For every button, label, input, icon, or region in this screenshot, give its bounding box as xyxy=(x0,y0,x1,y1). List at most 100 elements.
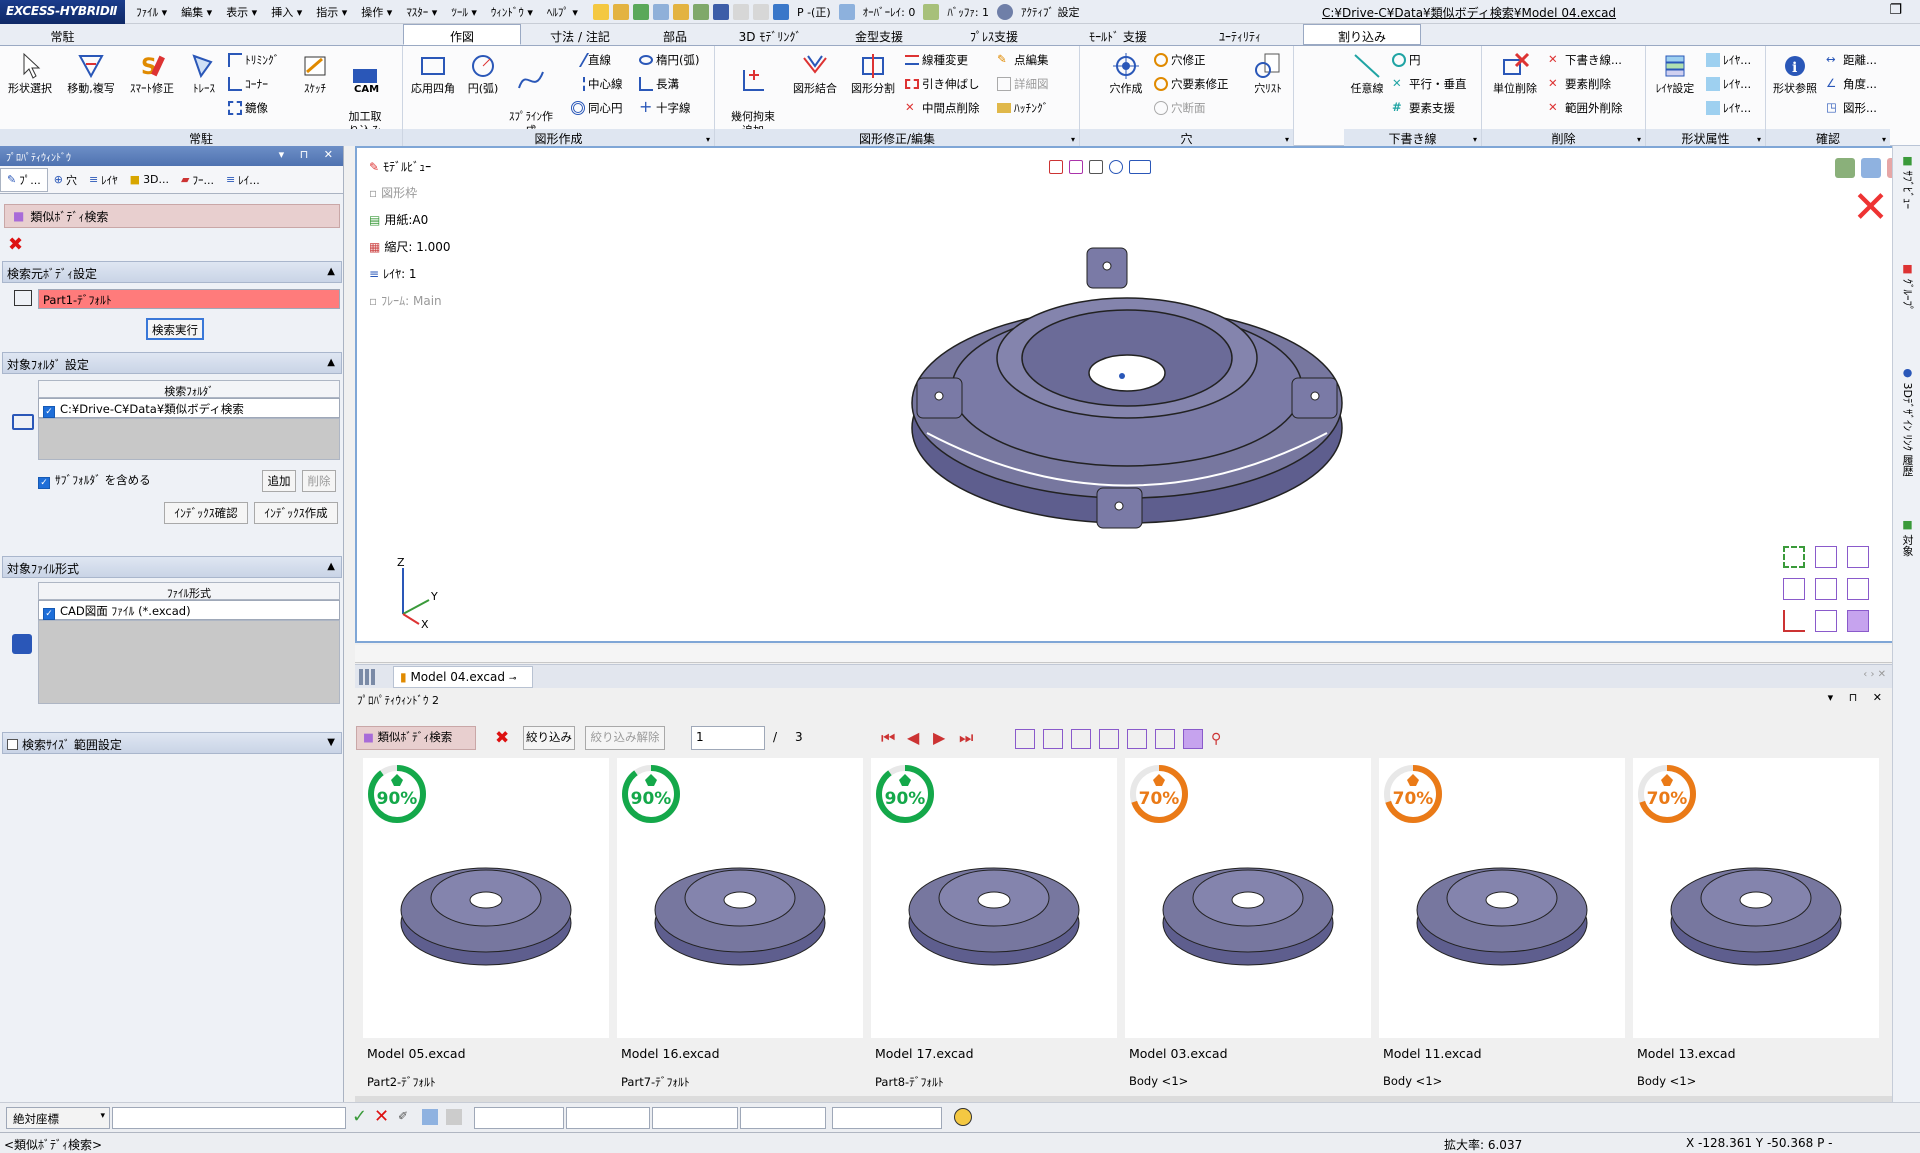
section-size-range[interactable]: 検索ｻｲｽﾞ 範囲設定 ▼ xyxy=(2,732,342,754)
search-execute-button[interactable]: 検索実行 xyxy=(146,318,204,340)
shape-split-button[interactable]: 図形分割 xyxy=(845,52,901,96)
filter-clear-button[interactable]: 絞り込み解除 xyxy=(585,726,665,750)
view-back-icon[interactable] xyxy=(1847,546,1869,568)
expand-icon[interactable]: ▾ xyxy=(1285,135,1289,144)
view-axis-icon[interactable] xyxy=(1783,610,1805,632)
section-source-body[interactable]: 検索元ﾎﾞﾃﾞｨ設定 ▲ xyxy=(2,261,342,283)
tab-hole[interactable]: ⊕ 穴 xyxy=(48,169,83,191)
draft-circle-button[interactable]: 円 xyxy=(1392,50,1421,70)
eraser-icon[interactable] xyxy=(422,1109,438,1125)
prev-page-icon[interactable]: ◀ xyxy=(907,728,927,748)
model-3d-render[interactable] xyxy=(897,238,1357,548)
draft-delete-button[interactable]: ✕ 下書き線... xyxy=(1548,50,1622,70)
result-card[interactable]: 70% xyxy=(1379,758,1625,1038)
subfolder-option[interactable]: ✓ ｻﾌﾞﾌｫﾙﾀﾞ を含める xyxy=(38,472,151,489)
menu-operation[interactable]: 操作 ▾ xyxy=(354,0,399,24)
format-row[interactable]: ✓ CAD図面 ﾌｧｲﾙ (*.excad) xyxy=(38,600,340,620)
view-fit-icon[interactable] xyxy=(1049,160,1063,174)
tab-layer2[interactable]: ≡ ﾚｲ... xyxy=(220,169,266,191)
hole-section-button[interactable]: 穴断面 xyxy=(1154,98,1206,118)
unit-delete-button[interactable]: 単位削除 xyxy=(1486,52,1544,96)
result-card[interactable]: 90% xyxy=(363,758,609,1038)
export-icon[interactable] xyxy=(652,3,669,20)
centerline-button[interactable]: 中心線 xyxy=(571,74,623,94)
expand-icon[interactable]: ▾ xyxy=(1882,135,1886,144)
viewport-scrollbar[interactable] xyxy=(355,645,1892,663)
crossline-button[interactable]: + 十字線 xyxy=(639,98,691,118)
section-file-format[interactable]: 対象ﾌｧｲﾙ形式 ▲ xyxy=(2,556,342,578)
subfolder-checkbox[interactable]: ✓ xyxy=(38,477,50,489)
distance-button[interactable]: ↔ 距離... xyxy=(1826,50,1877,70)
expand-icon[interactable]: ▾ xyxy=(1071,135,1075,144)
confirm-check-icon[interactable]: ✓ xyxy=(352,1107,367,1127)
command-input[interactable] xyxy=(112,1107,346,1129)
panel-controls[interactable]: ▾ ⊓ ✕ xyxy=(279,148,339,161)
model-viewport[interactable]: ✎ ﾓﾃﾞﾙﾋﾞｭｰ ▫ 図形枠 ▤ 用紙:A0 ▦ 縮尺: 1.000 ≡ ﾚｲﾔ: 1… xyxy=(355,146,1907,643)
save-icon[interactable] xyxy=(712,3,729,20)
group-tab[interactable]: ■ ｸﾞﾙｰﾌﾟ xyxy=(1899,262,1915,312)
tab-tool[interactable]: ▰ ﾌｰ... xyxy=(175,169,220,191)
param-field-3[interactable] xyxy=(652,1107,738,1129)
circle-button[interactable]: 円(弧) xyxy=(461,52,505,96)
view-zoom-icon[interactable] xyxy=(1069,160,1083,174)
result-view-iso-icon[interactable] xyxy=(1015,729,1035,749)
tab-press[interactable]: ﾌﾟﾚｽ支援 xyxy=(929,24,1059,45)
cancel-red-x-icon[interactable]: ✕ xyxy=(1852,186,1889,230)
detail-view-button[interactable]: 詳細図 xyxy=(997,74,1049,94)
concentric-button[interactable]: 同心円 xyxy=(571,98,623,118)
format-checkbox[interactable]: ✓ xyxy=(43,608,55,620)
index-check-button[interactable]: ｲﾝﾃﾞｯｸｽ確認 xyxy=(164,502,248,524)
document-tab[interactable]: ▮ Model 04.excad ⊸ xyxy=(393,666,533,688)
param-field-4[interactable] xyxy=(740,1107,826,1129)
view-pan-icon[interactable] xyxy=(1089,160,1103,174)
folder-checkbox[interactable]: ✓ xyxy=(43,406,55,418)
result-view-bike-icon[interactable]: ⚲ xyxy=(1211,729,1231,749)
source-body-field[interactable]: Part1-ﾃﾞﾌｫﾙﾄ xyxy=(38,289,340,309)
linetype-button[interactable]: 線種変更 xyxy=(905,50,968,70)
slot-button[interactable]: 長溝 xyxy=(639,74,679,94)
sketch-button[interactable]: ｽｹｯﾁ xyxy=(296,52,334,96)
tab-resident[interactable]: 常駐 xyxy=(0,24,125,45)
view-front-icon[interactable] xyxy=(1815,546,1837,568)
param-field-1[interactable] xyxy=(474,1107,564,1129)
expand-icon[interactable]: ▾ xyxy=(1637,135,1641,144)
corner-button[interactable]: ｺｰﾅｰ xyxy=(228,74,268,94)
tab-property[interactable]: ✎ ﾌﾟ... xyxy=(0,167,48,192)
trimming-button[interactable]: ﾄﾘﾐﾝｸﾞ xyxy=(228,50,280,70)
menu-edit[interactable]: 編集 ▾ xyxy=(174,0,219,24)
tab-utility[interactable]: ﾕｰﾃｨﾘﾃｨ xyxy=(1177,24,1303,45)
close-red-x-icon[interactable]: ✖ xyxy=(8,234,23,255)
ellipse-button[interactable]: 楕円(弧) xyxy=(639,50,699,70)
result-view-left-icon[interactable] xyxy=(1099,729,1119,749)
smiley-icon[interactable] xyxy=(954,1108,972,1126)
figure-check-button[interactable]: ◳ 図形... xyxy=(1826,98,1877,118)
overlay-label[interactable]: ｵｰﾊﾞｰﾚｲ: 0 xyxy=(859,4,920,20)
doc-tab-controls[interactable]: ‹ › ✕ xyxy=(1863,669,1886,680)
open-file-icon[interactable] xyxy=(612,3,629,20)
delete-folder-button[interactable]: 削除 xyxy=(302,470,336,492)
view-left-icon[interactable] xyxy=(1783,578,1805,600)
expand-icon[interactable]: ▾ xyxy=(1757,135,1761,144)
result-view-top-icon[interactable] xyxy=(1155,729,1175,749)
active-setting-label[interactable]: ｱｸﾃｨﾌﾞ 設定 xyxy=(1017,4,1084,20)
restore-window-icon[interactable]: ❐ xyxy=(1889,2,1902,18)
shape-join-button[interactable]: 図形結合 xyxy=(787,52,843,96)
tab-layer[interactable]: ≡ ﾚｲﾔ xyxy=(83,169,124,191)
view-iso-icon[interactable] xyxy=(1783,546,1805,568)
view-right-icon[interactable] xyxy=(1815,578,1837,600)
view-bottom-icon[interactable] xyxy=(1815,610,1837,632)
param-field-2[interactable] xyxy=(566,1107,650,1129)
folder-icon[interactable] xyxy=(672,3,689,20)
menu-help[interactable]: ﾍﾙﾌﾟ ▾ xyxy=(540,0,585,24)
tab-3d-modeling[interactable]: 3D ﾓﾃﾞﾘﾝｸﾞ xyxy=(711,24,829,45)
p-mode-label[interactable]: P -(正) xyxy=(793,4,835,20)
view-render-icon[interactable] xyxy=(1109,160,1123,174)
tab-3d[interactable]: ■ 3D... xyxy=(124,170,175,189)
3d-design-link-tab[interactable]: ● 3Dﾃﾞｻﾞｲﾝ ﾘﾝｸ 履歴 xyxy=(1899,366,1915,476)
trace-button[interactable]: ﾄﾚｰｽ xyxy=(182,52,226,96)
first-page-icon[interactable]: ⏮ xyxy=(881,728,901,748)
element-support-button[interactable]: # 要素支援 xyxy=(1392,98,1455,118)
import-icon[interactable] xyxy=(632,3,649,20)
cam-import-button[interactable]: CAM 加工取 り込み xyxy=(340,52,390,138)
menu-tools[interactable]: ﾂｰﾙ ▾ xyxy=(444,0,484,24)
